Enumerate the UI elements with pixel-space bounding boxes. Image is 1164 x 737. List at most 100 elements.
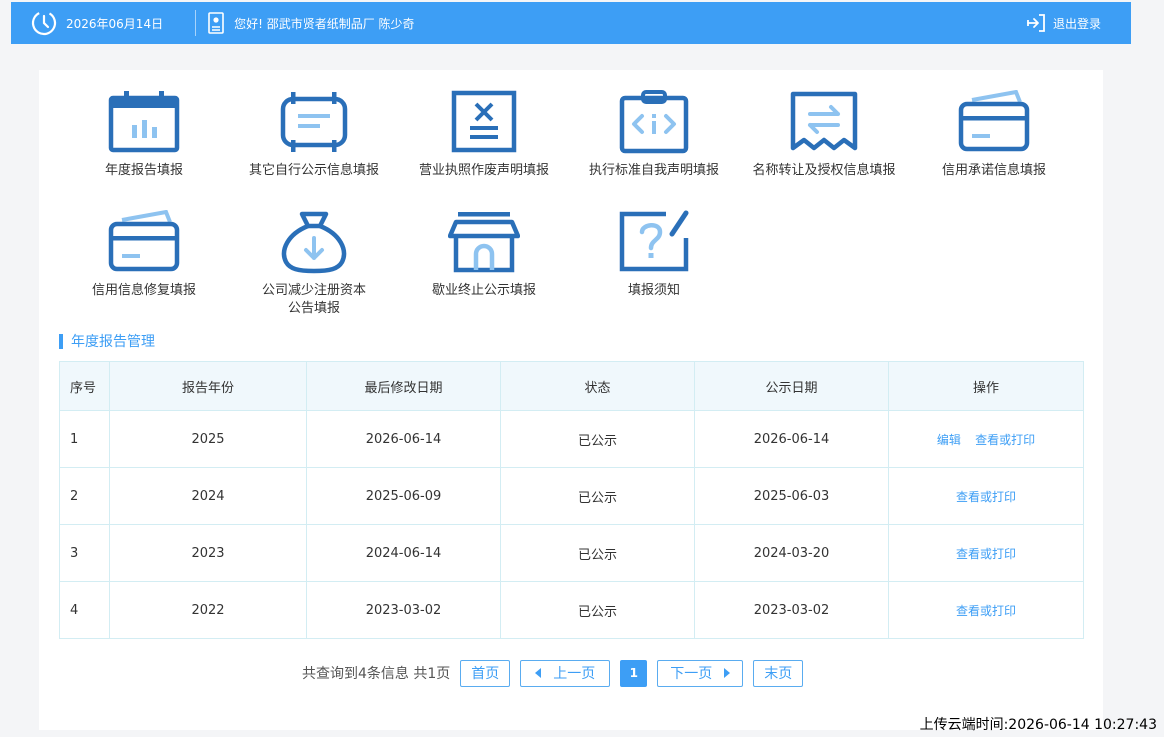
greeting-text: 您好! 邵武市贤者纸制品厂 陈少奇 [234,16,415,31]
calendar-icon [108,91,180,153]
cell-modified: 2024-06-14 [306,524,501,582]
view-print-link[interactable]: 查看或打印 [975,433,1035,447]
first-page-label: 首页 [471,666,500,682]
annual-report-table: 序号 报告年份 最后修改日期 状态 公示日期 操作 1 2025 2026-06… [59,361,1084,639]
edit-link[interactable]: 编辑 [937,433,961,447]
header-modified: 最后修改日期 [306,361,501,411]
chevron-right-icon [724,668,731,678]
table-row: 3 2023 2024-06-14 已公示 2024-03-20 查看或打印 [59,524,1084,582]
header-actions: 操作 [888,361,1084,411]
logout-label: 退出登录 [1052,16,1101,31]
quick-link-annual-report[interactable]: 年度报告填报 [59,90,229,180]
cell-modified: 2026-06-14 [306,410,501,468]
section-title-text: 年度报告管理 [71,334,155,350]
table-header-row: 序号 报告年份 最后修改日期 状态 公示日期 操作 [59,361,1084,411]
cell-actions: 查看或打印 [888,524,1084,582]
table-row: 1 2025 2026-06-14 已公示 2026-06-14 编辑 查看或打… [59,410,1084,468]
clipboard-code-icon [619,90,689,154]
cell-actions: 编辑 查看或打印 [888,410,1084,468]
cancel-doc-icon [451,90,517,153]
section-title-marker [59,333,63,349]
table-row: 2 2024 2025-06-09 已公示 2025-06-03 查看或打印 [59,467,1084,525]
cell-actions: 查看或打印 [888,467,1084,525]
quick-link-label: 填报须知 [627,283,680,298]
quick-link-label: 执行标准自我声明填报 [588,163,719,178]
chevron-left-icon [535,668,542,678]
quick-link-label: 信用信息修复填报 [91,283,196,298]
quick-link-credit-promise[interactable]: 信用承诺信息填报 [909,90,1079,180]
divider [195,10,197,36]
cell-no: 2 [59,467,110,525]
main-panel: 年度报告填报 其它自行公示信息填报 营业执照作废声明填报 执行标准自我声明填报 … [39,70,1103,730]
header-year: 报告年份 [109,361,307,411]
cell-status: 已公示 [500,410,695,468]
money-bag-icon [281,211,347,274]
cell-year: 2024 [109,467,307,525]
section-title-annual-report: 年度报告管理 [59,332,155,350]
quick-link-label: 营业执照作废声明填报 [418,163,549,178]
quick-link-other-disclosure[interactable]: 其它自行公示信息填报 [229,90,399,180]
cell-published: 2026-06-14 [694,410,889,468]
quick-link-label: 公司减少注册资本 公告填报 [229,282,399,318]
cell-year: 2022 [109,581,307,639]
cell-no: 3 [59,524,110,582]
view-print-link[interactable]: 查看或打印 [956,604,1016,618]
cell-status: 已公示 [500,581,695,639]
cell-year: 2025 [109,410,307,468]
cell-published: 2024-03-20 [694,524,889,582]
transfer-icon [790,91,858,151]
top-bar: 2026年06月14日 您好! 邵武市贤者纸制品厂 陈少奇 退出登录 [11,2,1131,44]
next-page-button[interactable]: 下一页 [657,659,744,687]
pagination: 共查询到4条信息 共1页 首页 上一页 1 下一页 末页 [302,659,813,687]
quick-link-label-line2: 公告填报 [287,301,340,316]
store-icon [448,212,520,273]
quick-link-instructions[interactable]: 填报须知 [569,210,739,300]
current-page-button[interactable]: 1 [620,659,648,687]
clock-icon [31,10,57,36]
cell-modified: 2025-06-09 [306,467,501,525]
quick-link-label: 名称转让及授权信息填报 [752,163,896,178]
first-page-button[interactable]: 首页 [460,659,511,687]
prev-page-button[interactable]: 上一页 [520,659,611,687]
quick-link-business-closure[interactable]: 歇业终止公示填报 [399,210,569,300]
current-page-label: 1 [629,666,638,680]
quick-link-standard-declaration[interactable]: 执行标准自我声明填报 [569,90,739,180]
cell-no: 4 [59,581,110,639]
table-row: 4 2022 2023-03-02 已公示 2023-03-02 查看或打印 [59,581,1084,639]
header-status: 状态 [500,361,695,411]
view-print-link[interactable]: 查看或打印 [956,490,1016,504]
view-print-link[interactable]: 查看或打印 [956,547,1016,561]
cell-published: 2023-03-02 [694,581,889,639]
logout-icon [1027,14,1045,32]
quick-link-label: 歇业终止公示填报 [431,283,536,298]
quick-link-label: 其它自行公示信息填报 [248,163,379,178]
pagination-info: 共查询到4条信息 共1页 [302,666,451,682]
quick-link-capital-reduction[interactable]: 公司减少注册资本 公告填报 [229,210,399,318]
current-date: 2026年06月14日 [66,16,164,31]
next-page-label: 下一页 [670,666,713,682]
logout-button[interactable]: 退出登录 [1025,12,1101,34]
last-page-label: 末页 [764,666,793,682]
prev-page-label: 上一页 [553,666,596,682]
quick-link-credit-repair[interactable]: 信用信息修复填报 [59,210,229,300]
upload-time-text: 上传云端时间:2026-06-14 10:27:43 [919,717,1157,733]
last-page-button[interactable]: 末页 [753,659,804,687]
header-no: 序号 [59,361,110,411]
question-edit-icon [619,210,689,272]
quick-link-label: 信用承诺信息填报 [941,163,1046,178]
cell-year: 2023 [109,524,307,582]
cell-no: 1 [59,410,110,468]
cell-published: 2025-06-03 [694,467,889,525]
header-published: 公示日期 [694,361,889,411]
card-icon [958,90,1030,152]
card-repair-icon [108,210,180,272]
quick-link-label: 年度报告填报 [104,163,183,178]
cell-modified: 2023-03-02 [306,581,501,639]
quick-link-label-line1: 公司减少注册资本 [261,283,366,298]
id-badge-icon [208,12,224,34]
cell-actions: 查看或打印 [888,581,1084,639]
quick-link-license-cancel[interactable]: 营业执照作废声明填报 [399,90,569,180]
document-board-icon [280,92,348,152]
cell-status: 已公示 [500,524,695,582]
quick-link-name-transfer[interactable]: 名称转让及授权信息填报 [739,90,909,180]
